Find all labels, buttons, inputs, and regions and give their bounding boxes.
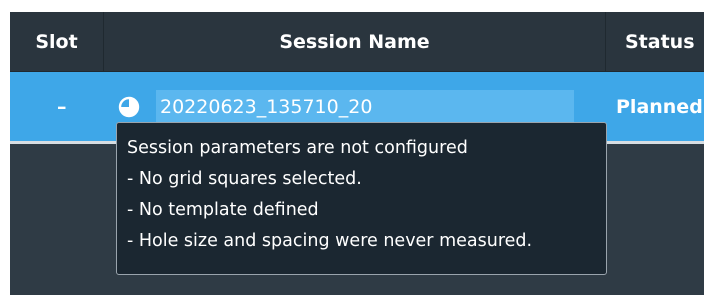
column-header-session-name[interactable]: Session Name	[104, 12, 606, 71]
session-warning-tooltip: Session parameters are not configured - …	[116, 122, 607, 275]
slot-cell: –	[57, 95, 67, 118]
column-header-slot[interactable]: Slot	[10, 12, 104, 71]
tooltip-line-template: - No template defined	[127, 200, 319, 220]
half-filled-circle-icon[interactable]	[118, 96, 140, 118]
tooltip-line-title: Session parameters are not configured	[127, 138, 468, 158]
tooltip-line-grid-squares: - No grid squares selected.	[127, 169, 362, 189]
status-cell: Planned	[616, 95, 703, 118]
table-header: Slot Session Name Status	[10, 12, 704, 72]
session-name-input[interactable]	[156, 90, 574, 123]
tooltip-line-hole-size: - Hole size and spacing were never measu…	[127, 231, 533, 251]
column-header-status[interactable]: Status	[606, 12, 704, 71]
